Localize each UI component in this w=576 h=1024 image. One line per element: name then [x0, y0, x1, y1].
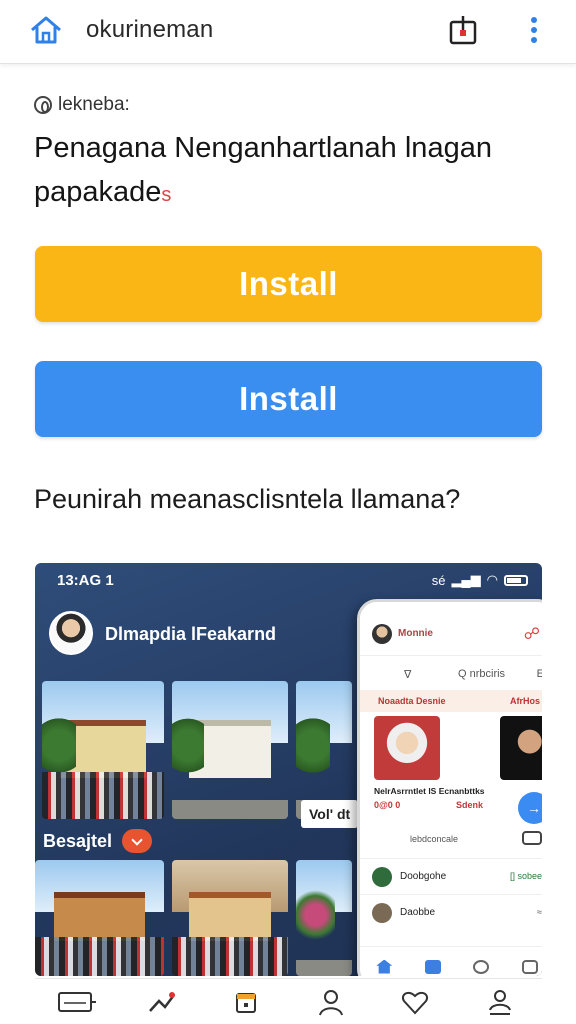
install-button-secondary[interactable]: Install — [35, 361, 542, 437]
trending-icon[interactable] — [142, 985, 182, 1019]
list-item-right: ≈ — [537, 907, 542, 917]
phone-tabs: Noaadta Desnie AfrHos — [360, 690, 542, 712]
phone-card-image — [374, 716, 440, 780]
vol-label: Vol' dt — [301, 800, 359, 828]
phone-price-right: Sdenk — [456, 800, 484, 810]
list-item-name: Daobbe — [400, 907, 436, 918]
calendar-icon[interactable] — [226, 985, 266, 1019]
category-label[interactable]: Besajtel — [43, 829, 153, 853]
home-icon[interactable] — [28, 14, 64, 46]
photo-tile — [296, 860, 352, 976]
status-right-text: sé — [431, 572, 446, 588]
category-label-text: Besajtel — [43, 830, 113, 851]
phone-edit-icon: E — [537, 668, 542, 680]
phone-price-left: 0@0 0 — [374, 800, 401, 810]
phone-caption: NelrAsrrntlet lS Ecnanbttks — [374, 786, 485, 796]
phone-tab-left: Noaadta Desnie — [378, 696, 446, 706]
phone-bottom-nav — [360, 946, 542, 976]
phone-card-image — [500, 716, 542, 780]
photo-tile — [42, 681, 164, 819]
list-item: Doobgohe [] sobee — [360, 858, 542, 894]
info-icon — [34, 96, 52, 114]
phone-bookmark-icon — [424, 959, 441, 974]
phone-search-text: Q nrbciris — [458, 668, 506, 680]
keyboard-icon[interactable] — [57, 985, 97, 1019]
phone-search-row: ∇ Q nrbciris E — [360, 660, 542, 688]
list-item-right: [] sobee — [509, 871, 542, 881]
phone-filter-icon: ∇ — [404, 669, 412, 681]
signal-icon: ▂▄▆ — [451, 572, 481, 587]
phone-mockup: Monnie ☍ ∇ Q nrbciris E Noaadta Desnie A… — [357, 599, 542, 976]
photo-tile — [172, 860, 288, 976]
account-icon[interactable] — [480, 985, 520, 1019]
phone-search-icon — [473, 959, 490, 974]
phone-header: Monnie ☍ — [360, 602, 542, 656]
share-icon[interactable] — [448, 14, 478, 46]
phone-home-icon — [376, 959, 393, 974]
top-bar: okurineman — [0, 0, 576, 64]
battery-icon — [504, 574, 528, 586]
chevron-down-icon[interactable] — [122, 829, 153, 853]
page-title-text: Penagana Nenganhartlanah lnagan papakade — [34, 132, 492, 208]
phone-toggle-icon — [522, 831, 542, 845]
install-button-primary[interactable]: Install — [35, 246, 542, 322]
title-mark: s — [161, 184, 172, 206]
section-label-text: lekneba: — [58, 94, 130, 115]
wifi-icon: ◠ — [486, 572, 498, 587]
list-item: Daobbe ≈ — [360, 894, 542, 930]
section-label: lekneba: — [34, 94, 130, 116]
photo-tile — [172, 681, 288, 819]
phone-row-label: lebdconcale — [410, 834, 459, 844]
phone-tab-right: AfrHos — [509, 696, 540, 706]
site-name: okurineman — [86, 16, 214, 43]
phone-action-icon: ☍ — [523, 626, 540, 643]
phone-row-avatar — [372, 867, 392, 887]
preview-app-title: Dlmapdia lFeakarnd — [105, 624, 277, 644]
phone-row-avatar — [372, 903, 392, 923]
phone-avatar — [372, 624, 392, 644]
list-item-name: Doobgohe — [400, 871, 447, 882]
app-preview-image[interactable]: 13:AG 1 sé ▂▄▆ ◠ Dlmapdia lFeakarnd Vol'… — [35, 563, 542, 976]
bottom-nav — [35, 978, 542, 1024]
photo-tile — [35, 860, 164, 976]
more-vertical-icon[interactable] — [522, 14, 546, 46]
arrow-right-icon: → — [518, 792, 542, 824]
heart-icon[interactable] — [395, 985, 435, 1019]
status-time: 13:AG 1 — [57, 572, 114, 589]
question-text: Peunirah meanasclisntela llamana? — [34, 484, 461, 514]
page-title: Penagana Nenganhartlanah lnagan papakade… — [34, 126, 554, 217]
phone-chat-icon — [521, 959, 538, 974]
profile-icon[interactable] — [311, 985, 351, 1019]
status-icons: sé ▂▄▆ ◠ — [432, 572, 528, 588]
avatar — [49, 611, 93, 655]
photo-tile — [296, 681, 352, 819]
phone-title: Monnie — [398, 628, 433, 639]
